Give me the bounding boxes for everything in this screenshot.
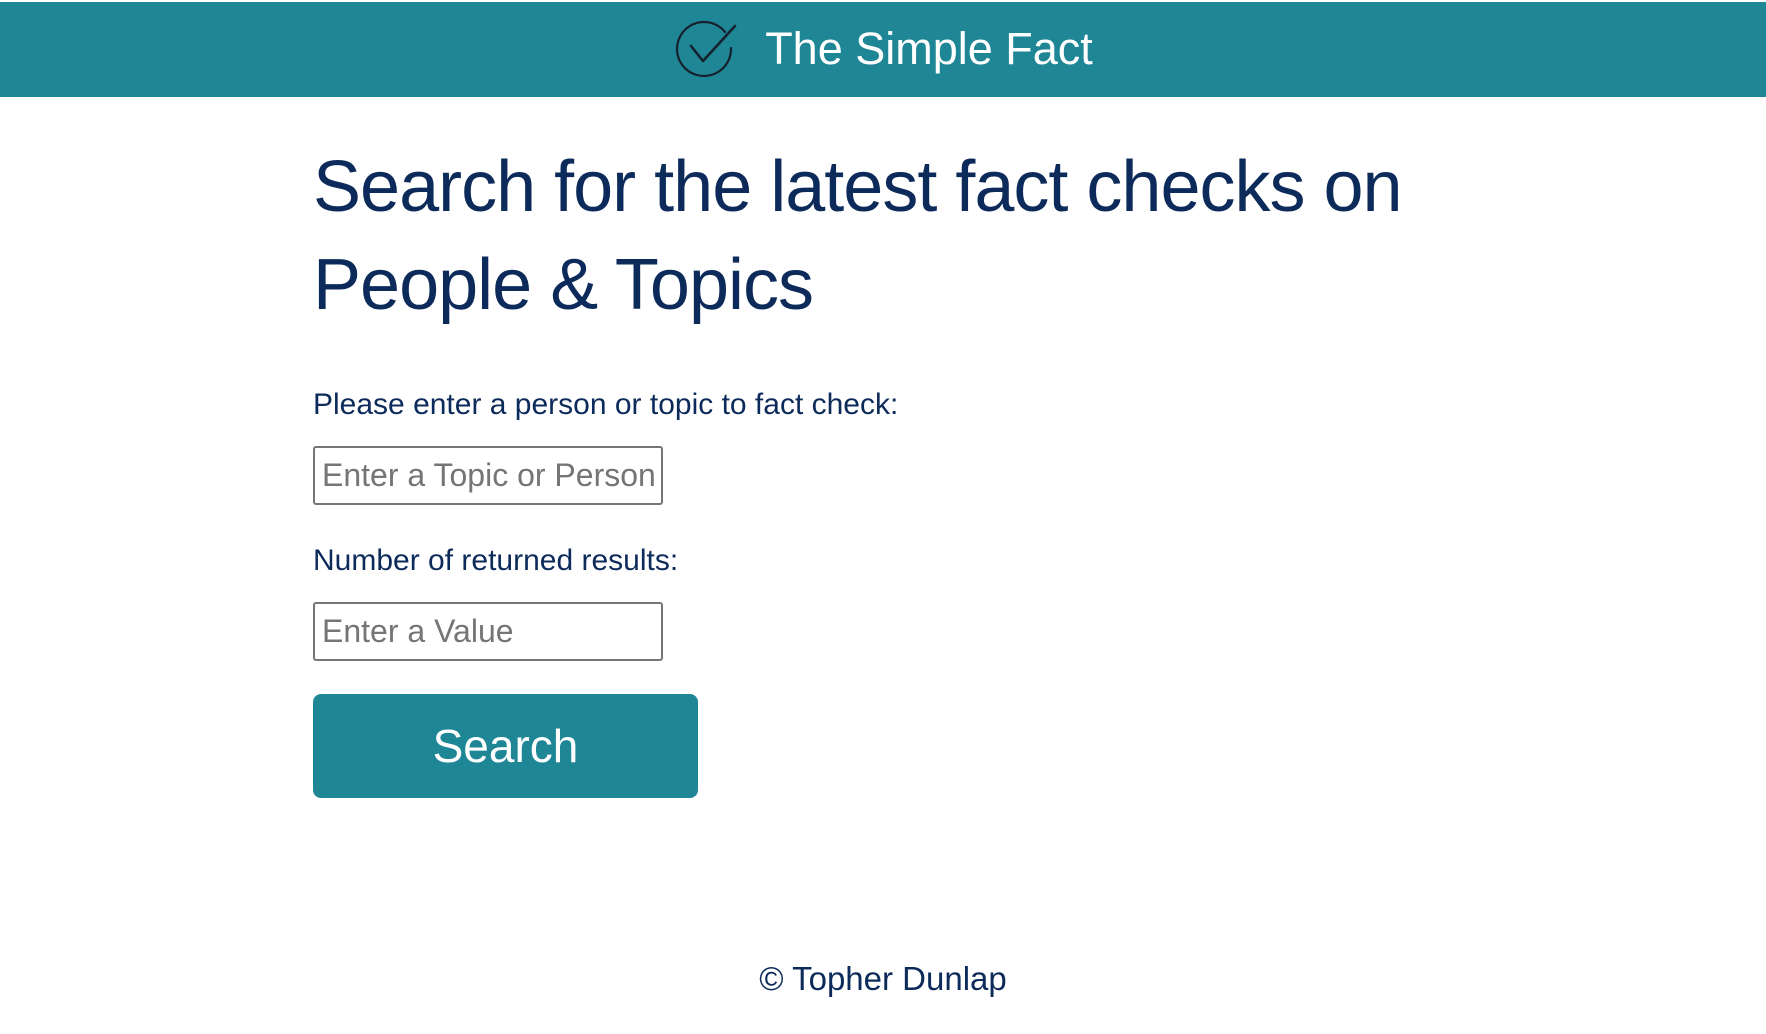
topic-input[interactable]: [313, 446, 663, 505]
page-title: Search for the latest fact checks on Peo…: [313, 147, 1403, 325]
footer-copyright: © Topher Dunlap: [759, 960, 1007, 997]
results-count-input[interactable]: [313, 602, 663, 661]
site-header: The Simple Fact: [0, 2, 1766, 97]
topic-label: Please enter a person or topic to fact c…: [313, 388, 899, 421]
search-form: Search for the latest fact checks on Peo…: [313, 138, 1513, 798]
search-button[interactable]: Search: [313, 694, 698, 798]
check-circle-icon: [676, 20, 737, 77]
site-title: The Simple Fact: [765, 22, 1093, 74]
results-count-label: Number of returned results:: [313, 544, 679, 577]
